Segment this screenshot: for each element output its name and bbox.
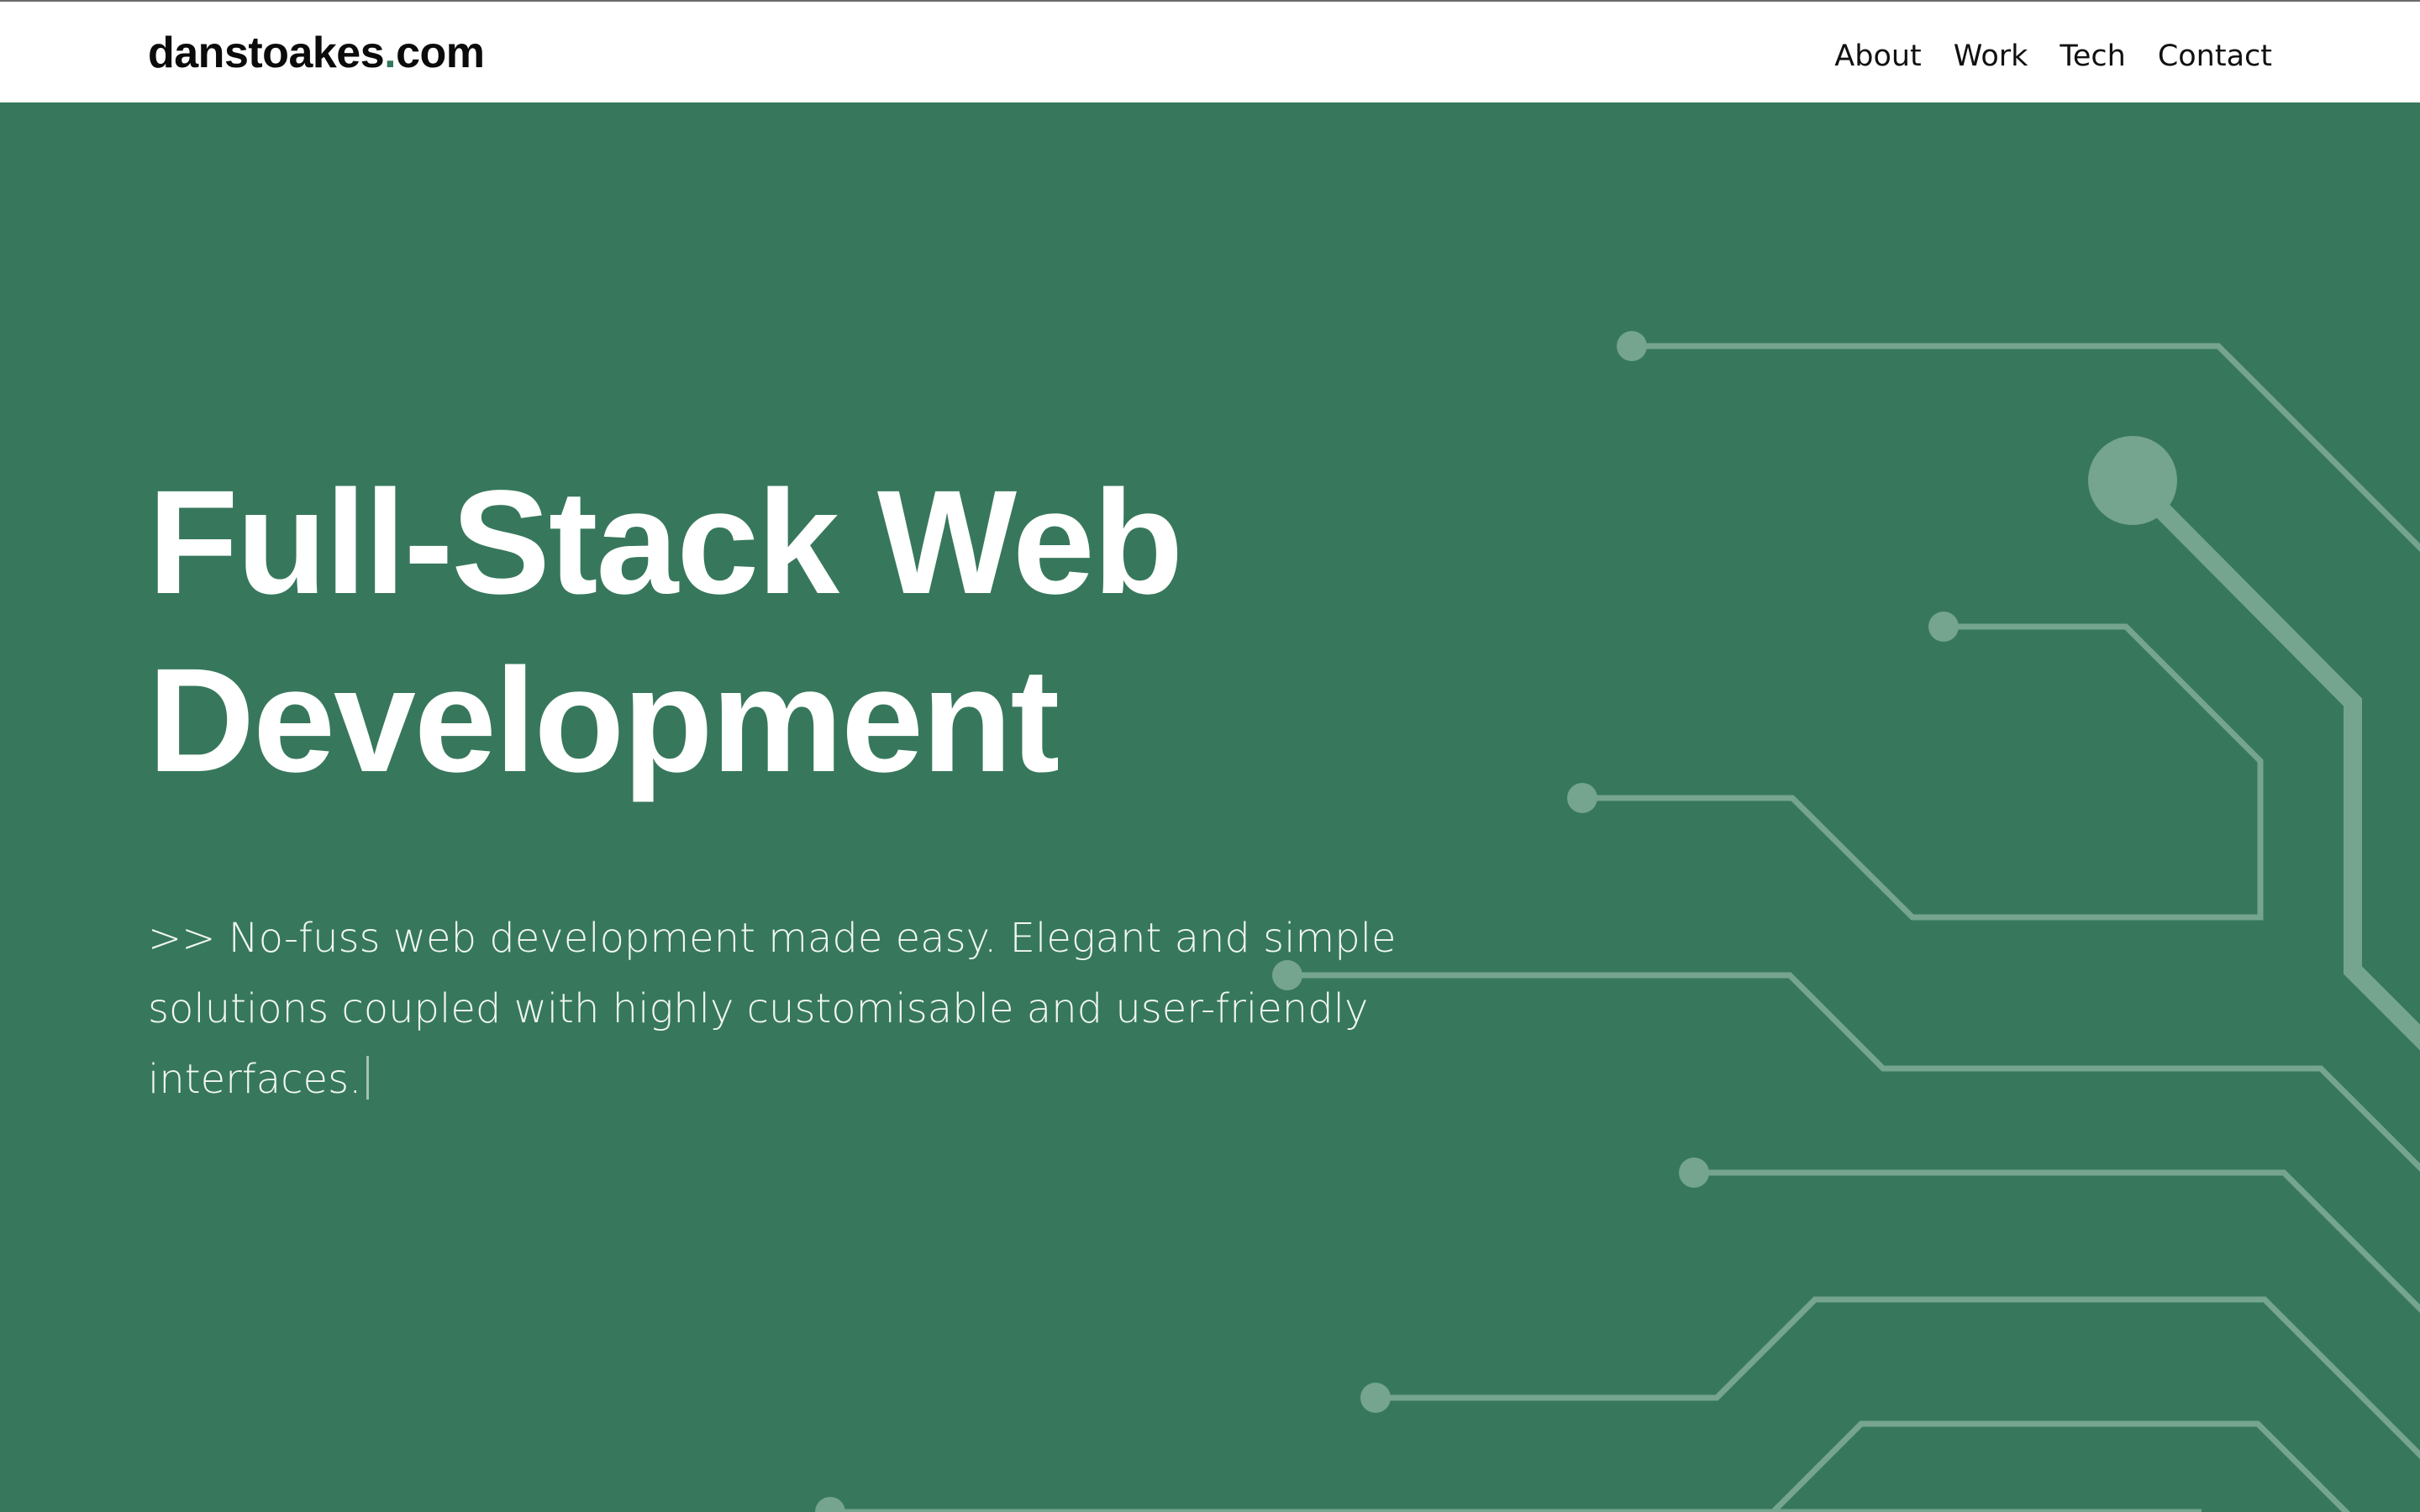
hero-title-line-1: Full-Stack Web	[148, 460, 1183, 625]
hero-title-line-2: Development	[148, 638, 1060, 803]
typing-caret-icon	[366, 1056, 370, 1100]
hero-title: Full-Stack Web Development	[148, 454, 1576, 810]
page: danstoakes.com About Work Tech Contact F…	[0, 0, 2420, 1512]
hero-subtitle: >> No-fuss web development made easy. El…	[148, 903, 1526, 1115]
hero-subtitle-text: >> No-fuss web development made easy. El…	[148, 915, 1397, 1103]
